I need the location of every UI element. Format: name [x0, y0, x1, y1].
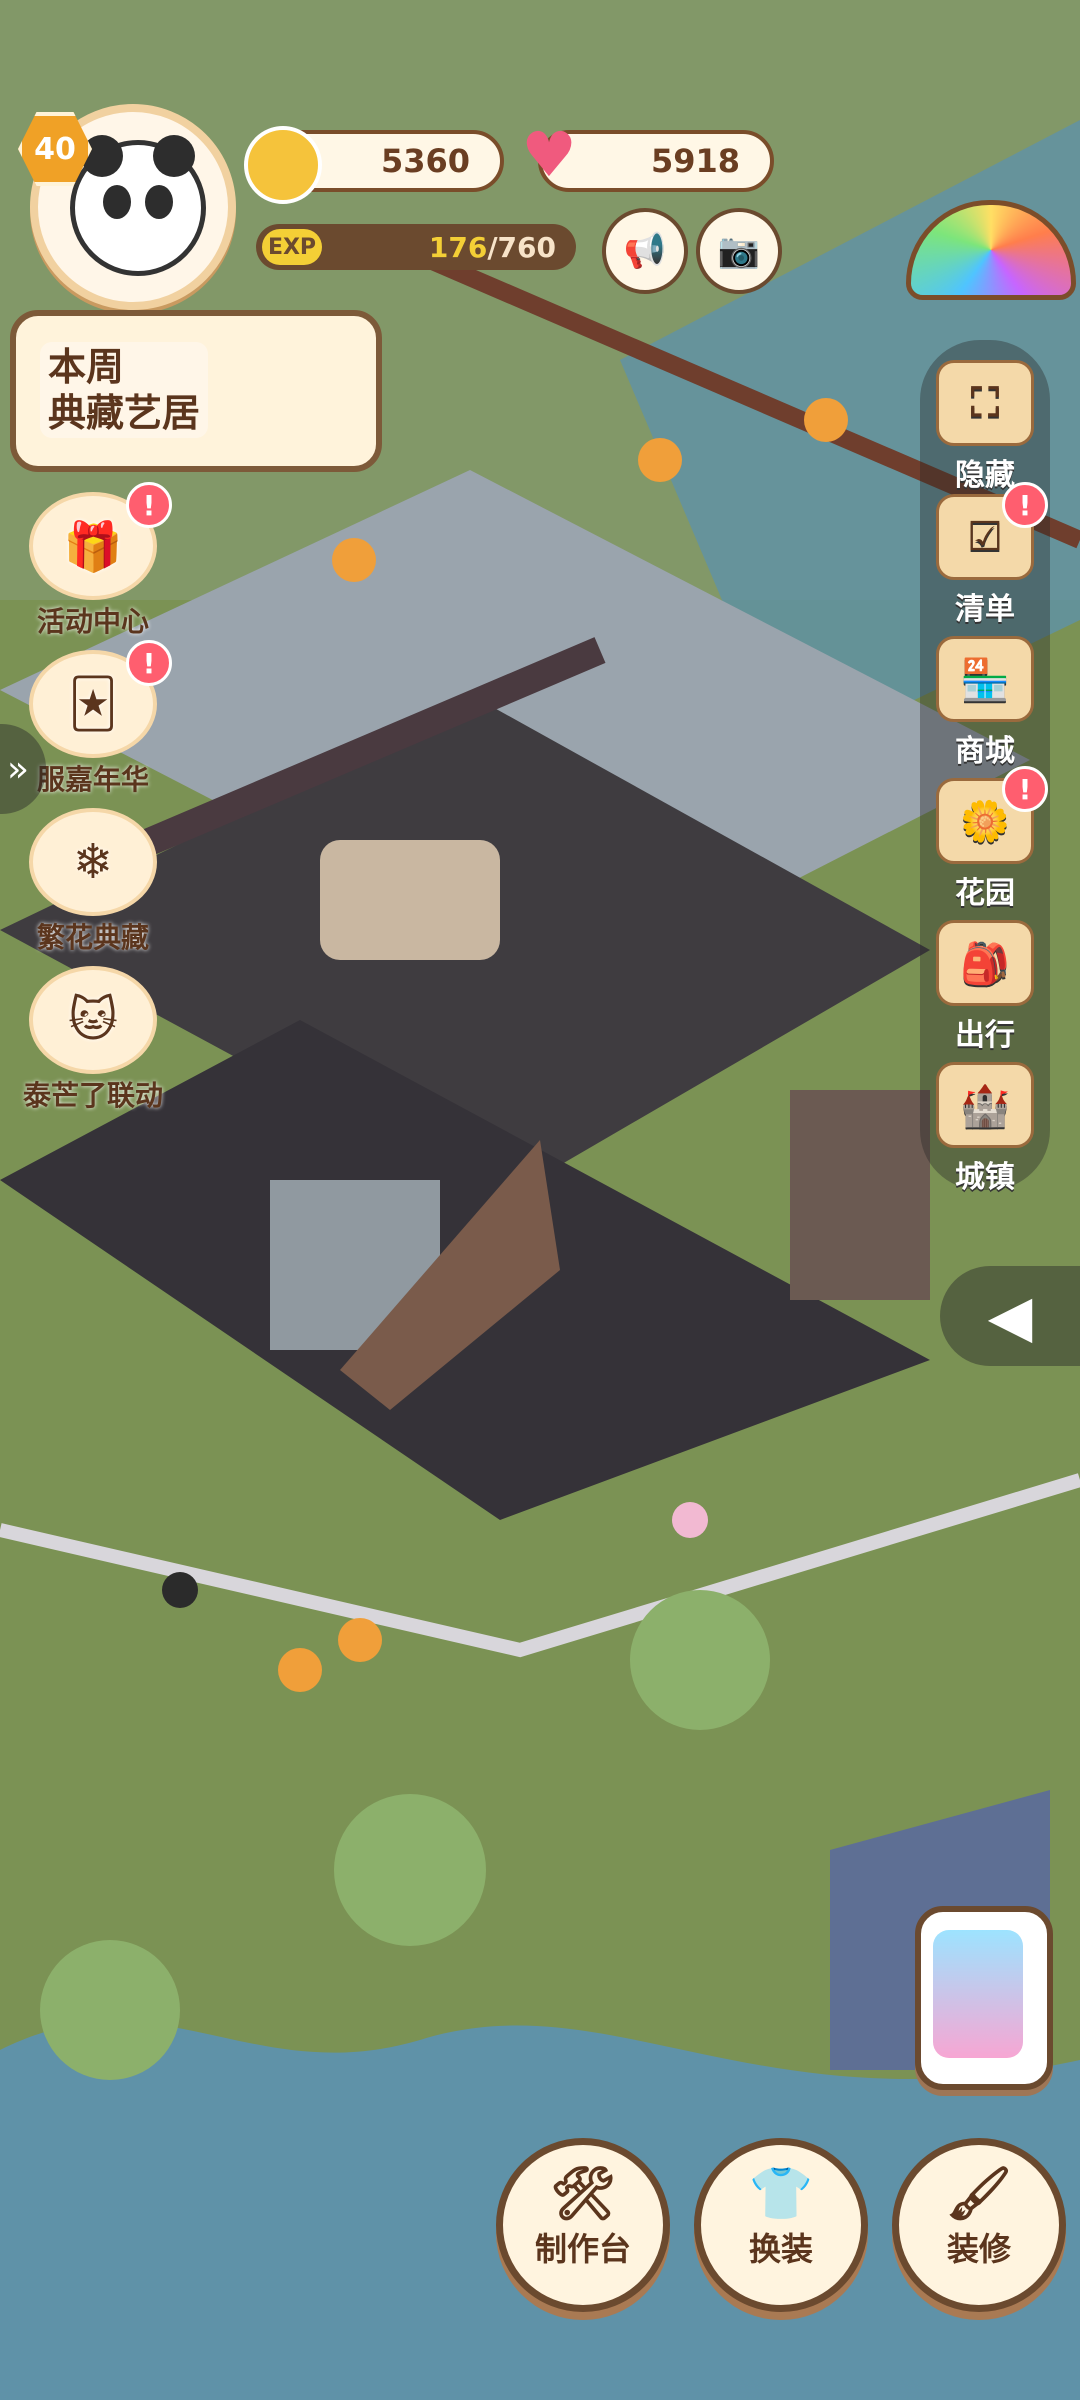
shop-icon: 🏪: [936, 636, 1034, 722]
shop-label: 商城: [955, 734, 1015, 769]
panda-eye: [145, 185, 173, 219]
lantern: [338, 1618, 382, 1662]
alert-badge: !: [1002, 482, 1048, 528]
exp-max: /760: [487, 230, 556, 264]
lantern: [638, 438, 682, 482]
level-value: 40: [34, 131, 76, 167]
checklist-label: 清单: [955, 592, 1015, 627]
decorate-button[interactable]: 🖌 装修: [892, 2138, 1066, 2312]
lantern: [278, 1648, 322, 1692]
hide-icon: ⛶: [936, 360, 1034, 446]
exp-label: EXP: [267, 234, 317, 260]
panda-icon: [70, 135, 206, 276]
lantern: [804, 398, 848, 442]
panda-ear: [153, 135, 195, 177]
willow-tree: [334, 1794, 486, 1946]
phone-screen: [933, 1930, 1023, 2058]
alert-badge: !: [126, 640, 172, 686]
banner-line-2: 典藏艺居: [48, 391, 201, 435]
collab-label: 泰芒了联动: [22, 1079, 163, 1112]
camera-icon: 📷: [717, 231, 761, 271]
exp-current: 176: [428, 230, 488, 264]
bunny-coin-icon: [244, 126, 322, 204]
lantern: [332, 538, 376, 582]
activity-center-label: 活动中心: [36, 605, 149, 638]
cat-icon: 🐱: [29, 966, 157, 1074]
player-character[interactable]: [162, 1572, 198, 1608]
window-door: [790, 1090, 930, 1300]
npc-character[interactable]: [672, 1502, 708, 1538]
garden-label: 花园: [955, 876, 1015, 911]
bed: [320, 840, 500, 960]
right-menu-rail: ⛶ 隐藏 ☑ 清单 🏪 商城 🌼 花园 🎒 出行 🏰 城镇: [920, 340, 1050, 1195]
workbench-button[interactable]: 🛠 制作台: [496, 2138, 670, 2312]
travel-label: 出行: [955, 1018, 1015, 1053]
decorate-label: 装修: [946, 2230, 1011, 2268]
town-button[interactable]: 🏰 城镇: [920, 1062, 1050, 1196]
exp-tag: EXP: [262, 229, 322, 265]
flower-collection-label: 繁花典藏: [36, 921, 149, 954]
hide-button[interactable]: ⛶ 隐藏: [920, 360, 1050, 494]
megaphone-icon: 📢: [623, 231, 667, 271]
phone-button[interactable]: [915, 1906, 1053, 2090]
flower-collection-button[interactable]: ❄ 繁花典藏: [18, 808, 168, 956]
shop-button[interactable]: 🏪 商城: [920, 636, 1050, 770]
triangle-left-icon: ◀: [987, 1282, 1033, 1350]
chevron-right-icon: »: [6, 748, 30, 790]
willow-tree: [40, 1940, 180, 2080]
exp-value: 176/760: [429, 231, 556, 264]
sound-button[interactable]: 📢: [602, 208, 688, 294]
willow-tree: [630, 1590, 770, 1730]
banner-line-1: 本周: [48, 345, 125, 389]
heart-icon: ♥: [521, 118, 577, 191]
workbench-icon: 🛠: [549, 2164, 616, 2224]
travel-button[interactable]: 🎒 出行: [920, 920, 1050, 1054]
town-label: 城镇: [955, 1160, 1015, 1195]
panda-eye: [103, 185, 131, 219]
heart-value: 5918: [650, 142, 740, 180]
travel-icon: 🎒: [936, 920, 1034, 1006]
outfit-label: 换装: [748, 2230, 813, 2268]
outfit-button[interactable]: 👕 换装: [694, 2138, 868, 2312]
exp-bar: EXP 176/760: [256, 224, 576, 270]
camera-button[interactable]: 📷: [696, 208, 782, 294]
paint-icon: 🖌: [945, 2164, 1012, 2224]
collab-button[interactable]: 🐱 泰芒了联动: [18, 966, 168, 1114]
outfit-icon: 👕: [748, 2164, 814, 2224]
flower-icon: ❄: [29, 808, 157, 916]
banner-label: 本周 典藏艺居: [40, 342, 209, 438]
weekly-collection-banner[interactable]: 本周 典藏艺居: [10, 310, 382, 472]
coin-value: 5360: [380, 142, 470, 180]
alert-badge: !: [126, 482, 172, 528]
alert-badge: !: [1002, 766, 1048, 812]
workbench-label: 制作台: [534, 2230, 631, 2268]
castle-icon: 🏰: [936, 1062, 1034, 1148]
collapse-right-button[interactable]: ◀: [940, 1266, 1080, 1366]
